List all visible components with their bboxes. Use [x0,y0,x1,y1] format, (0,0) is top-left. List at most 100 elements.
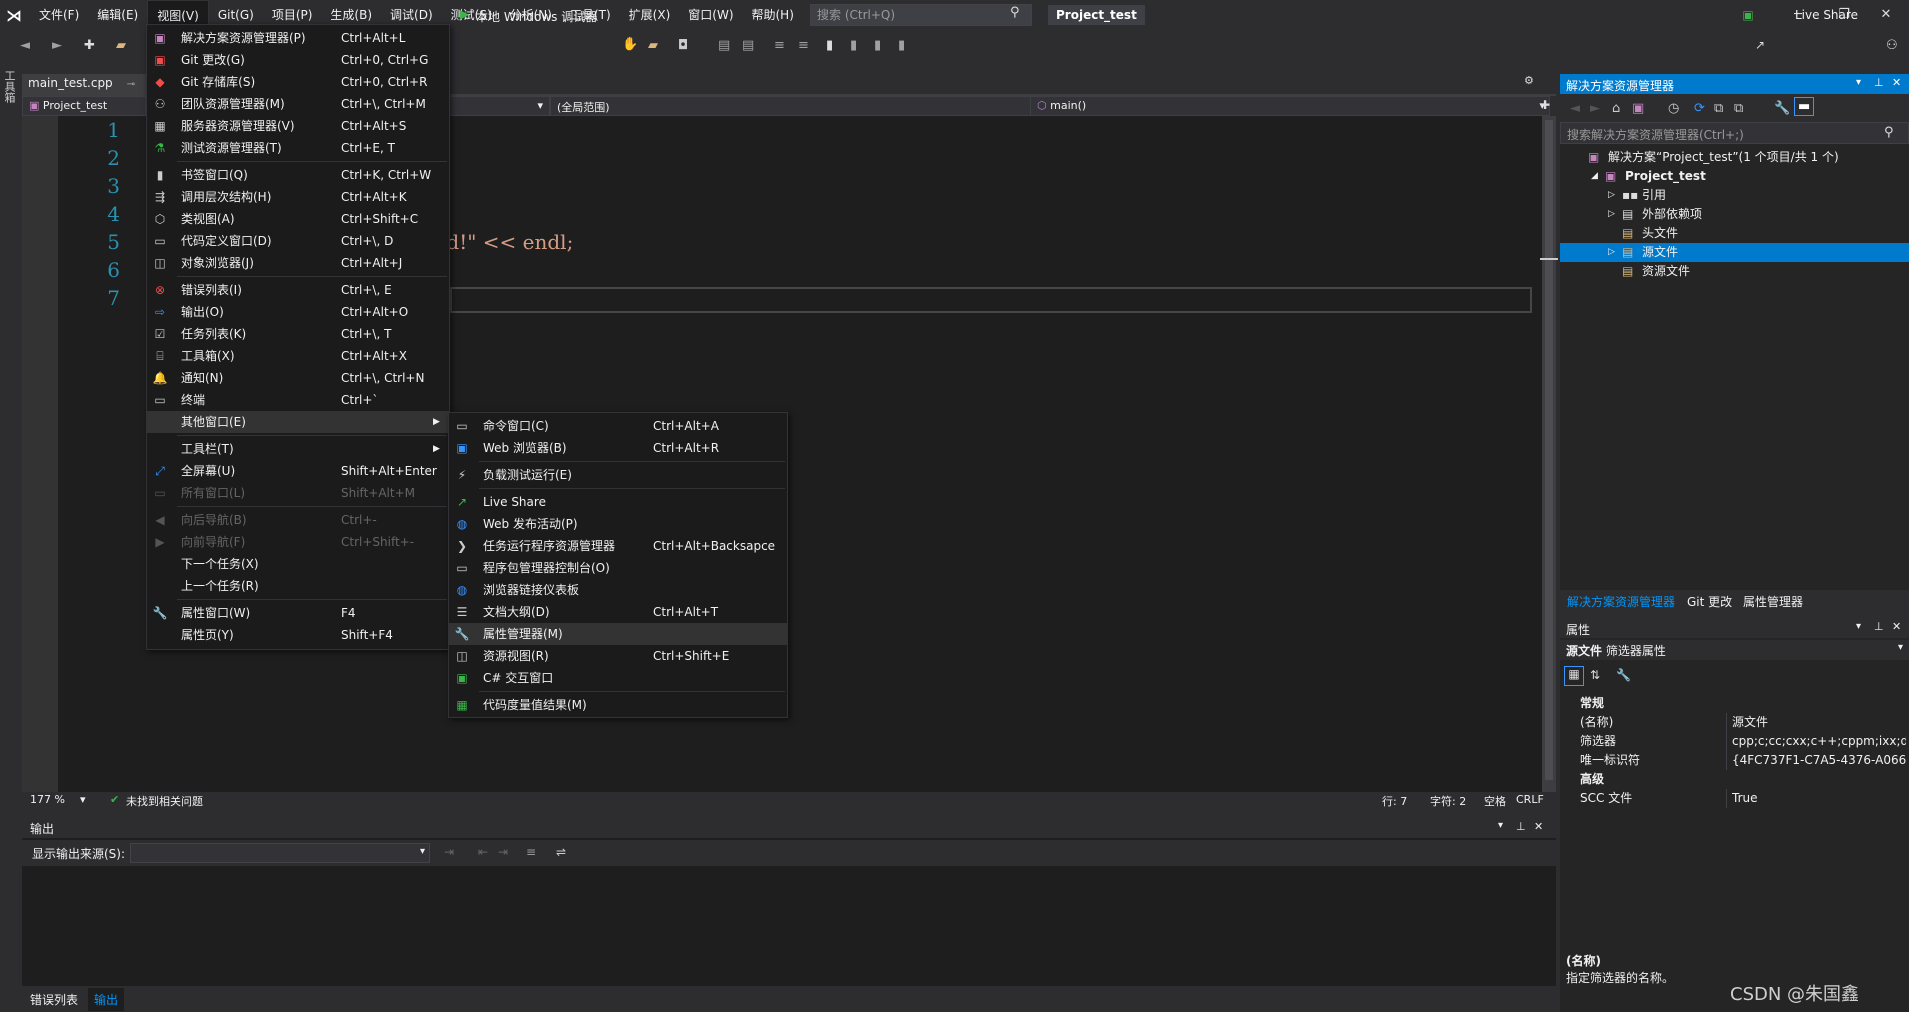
prev-bookmark-icon[interactable]: ▮ [850,38,857,53]
bookmark-toolbar-icon[interactable]: ▮ [826,38,833,53]
menu-item[interactable]: ▣ 解决方案资源管理器(P) Ctrl+Alt+L [147,27,449,49]
property-value[interactable]: cpp;c;cc;cxx;c++;cppm;ixx;def; [1732,732,1906,751]
split-editor-icon[interactable]: ✚ [1540,98,1550,112]
scope-dropdown[interactable]: (全局范围)▾ [550,96,1050,116]
properties-object-selector[interactable]: 源文件 筛选器属性 ▾ [1560,640,1909,660]
open-folder-icon[interactable]: ▰ [116,38,126,53]
se-dropdown-icon[interactable]: ▾ [1856,77,1861,88]
close-window-button[interactable]: ✕ [1863,0,1909,30]
menu-item[interactable]: ⇨ 输出(O) Ctrl+Alt+O [147,301,449,323]
toolbar-icon-1[interactable]: ▤ [718,38,730,53]
menu-item[interactable]: ▣ Git 更改(G) Ctrl+0, Ctrl+G [147,49,449,71]
search-input[interactable]: 搜索 (Ctrl+Q) [810,4,1032,26]
se-back-icon[interactable]: ◄ [1570,101,1580,116]
menu-item[interactable]: ↗ Live Share [449,491,787,513]
se-search-icon[interactable]: ⚲ [1884,125,1894,140]
menu-item[interactable]: ▮ 书签窗口(Q) Ctrl+K, Ctrl+W [147,164,449,186]
preview-selected-icon[interactable]: ▬ [1794,97,1815,116]
menu-item[interactable]: ☰ 文档大纲(D) Ctrl+Alt+T [449,601,787,623]
menu-10[interactable]: 扩展(X) [620,0,680,30]
scroll-thumb[interactable] [1545,120,1553,780]
home-icon[interactable]: ⌂ [1612,101,1620,116]
find-message-icon[interactable]: ⇥ [444,845,454,859]
menu-item[interactable]: ▣ C# 交互窗口 [449,667,787,689]
pin-icon[interactable]: ⊸ [127,79,135,90]
comment-icon[interactable]: ≡ [774,38,785,53]
property-pages-icon[interactable]: 🔧 [1616,668,1631,682]
pending-changes-icon[interactable]: ◷ [1668,101,1679,116]
menu-item[interactable]: ⚇ 团队资源管理器(M) Ctrl+\, Ctrl+M [147,93,449,115]
se-forward-icon[interactable]: ► [1590,101,1600,116]
menu-item[interactable]: ▭ 命令窗口(C) Ctrl+Alt+A [449,415,787,437]
editor-vertical-scrollbar[interactable] [1540,116,1558,792]
panel-pin-icon[interactable]: ⊥ [1516,820,1526,833]
start-debug-icon[interactable]: ▶ [460,7,469,21]
menu-item[interactable]: 🔧 属性窗口(W) F4 [147,602,449,624]
menu-item[interactable]: ▣ Web 浏览器(B) Ctrl+Alt+R [449,437,787,459]
zoom-level[interactable]: 177 % [30,793,65,806]
property-row[interactable]: 筛选器 cpp;c;cc;cxx;c++;cppm;ixx;def; [1576,732,1906,751]
se-close-icon[interactable]: ✕ [1892,76,1901,89]
clear-all-icon[interactable]: ≡ [526,845,536,859]
menu-0[interactable]: 文件(F) [30,0,88,30]
menu-item[interactable]: ⚡ 负载测试运行(E) [449,464,787,486]
tree-item[interactable]: ▷ ▤ 外部依赖项 [1560,205,1909,224]
menu-item[interactable]: ⊗ 错误列表(I) Ctrl+\, E [147,279,449,301]
word-wrap-icon[interactable]: ⇌ [556,845,566,859]
menu-item[interactable]: ◍ Web 发布活动(P) [449,513,787,535]
back-icon[interactable]: ◄ [20,38,30,53]
code-line-5[interactable]: ld!" << endl; [440,230,573,254]
menu-item[interactable]: ⬡ 类视图(A) Ctrl+Shift+C [147,208,449,230]
line-indicator[interactable]: 行: 7 [1382,793,1407,809]
props-dropdown-icon[interactable]: ▾ [1856,621,1861,632]
menu-item[interactable]: ▦ 代码度量值结果(M) [449,694,787,716]
expander-icon[interactable]: ▷ [1608,243,1615,262]
panel-close-icon[interactable]: ✕ [1534,820,1543,833]
menu-item[interactable]: 🔧 属性管理器(M) [449,623,787,645]
project-dropdown[interactable]: ▣ Project_test [22,96,146,116]
se-tab[interactable]: 属性管理器 [1738,593,1808,610]
panel-dropdown-icon[interactable]: ▾ [1498,820,1503,831]
menu-11[interactable]: 窗口(W) [679,0,742,30]
menu-item[interactable]: 下一个任务(X) [147,553,449,575]
bottom-tab[interactable]: 输出 [88,988,125,1011]
next-message-icon[interactable]: ⇥ [498,845,508,859]
property-value[interactable]: {4FC737F1-C7A5-4376-A066-2 [1732,751,1906,770]
props-pin-icon[interactable]: ⊥ [1874,620,1884,633]
menu-12[interactable]: 帮助(H) [743,0,803,30]
show-all-files-icon[interactable]: ⧉ [1734,101,1743,116]
camera-icon[interactable]: ◘ [678,38,688,53]
menu-1[interactable]: 编辑(E) [88,0,147,30]
menu-item[interactable]: ◫ 对象浏览器(J) Ctrl+Alt+J [147,252,449,274]
property-category[interactable]: ⊟常规 [1576,694,1906,713]
menu-item[interactable]: ◍ 浏览器链接仪表板 [449,579,787,601]
switch-views-icon[interactable]: ▣ [1632,101,1644,116]
tree-item[interactable]: ◢ ▣ Project_test [1560,167,1909,186]
search-icon[interactable]: ⚲ [1010,5,1020,20]
menu-item[interactable]: ⌸ 工具箱(X) Ctrl+Alt+X [147,345,449,367]
menu-item[interactable]: ◫ 资源视图(R) Ctrl+Shift+E [449,645,787,667]
menu-item[interactable]: 上一个任务(R) [147,575,449,597]
tree-item[interactable]: ▷ ▤ 源文件 [1560,243,1909,262]
se-tab[interactable]: Git 更改 [1682,593,1737,610]
menu-item[interactable]: ⤢ 全屏幕(U) Shift+Alt+Enter [147,460,449,482]
live-share-button[interactable]: Live Share [1795,8,1858,22]
menu-item[interactable]: ▭ 代码定义窗口(D) Ctrl+\, D [147,230,449,252]
property-category[interactable]: ⊟高级 [1576,770,1906,789]
tree-item[interactable]: ▣ 解决方案“Project_test”(1 个项目/共 1 个) [1560,148,1909,167]
tree-item[interactable]: ▤ 资源文件 [1560,262,1909,281]
menu-item[interactable]: 其他窗口(E) ▶ [147,411,449,433]
tab-overflow-icon[interactable]: ⚙ [1524,74,1534,87]
menu-item[interactable]: ❯ 任务运行程序资源管理器 Ctrl+Alt+Backsapce [449,535,787,557]
feedback-icon[interactable]: ▣ [1725,0,1771,30]
col-indicator[interactable]: 字符: 2 [1430,793,1466,809]
tab-main-test-cpp[interactable]: main_test.cpp ⊸ [22,74,148,95]
property-row[interactable]: 唯一标识符 {4FC737F1-C7A5-4376-A066-2 [1576,751,1906,770]
menu-item[interactable]: ◆ Git 存储库(S) Ctrl+0, Ctrl+R [147,71,449,93]
menu-item[interactable]: ⚗ 测试资源管理器(T) Ctrl+E, T [147,137,449,159]
menu-item[interactable]: 工具栏(T) ▶ [147,438,449,460]
property-value[interactable]: True [1732,789,1906,808]
menu-item[interactable]: 🔔 通知(N) Ctrl+\, Ctrl+N [147,367,449,389]
folder-icon[interactable]: ▰ [648,38,658,53]
menu-item[interactable]: ⇶ 调用层次结构(H) Ctrl+Alt+K [147,186,449,208]
